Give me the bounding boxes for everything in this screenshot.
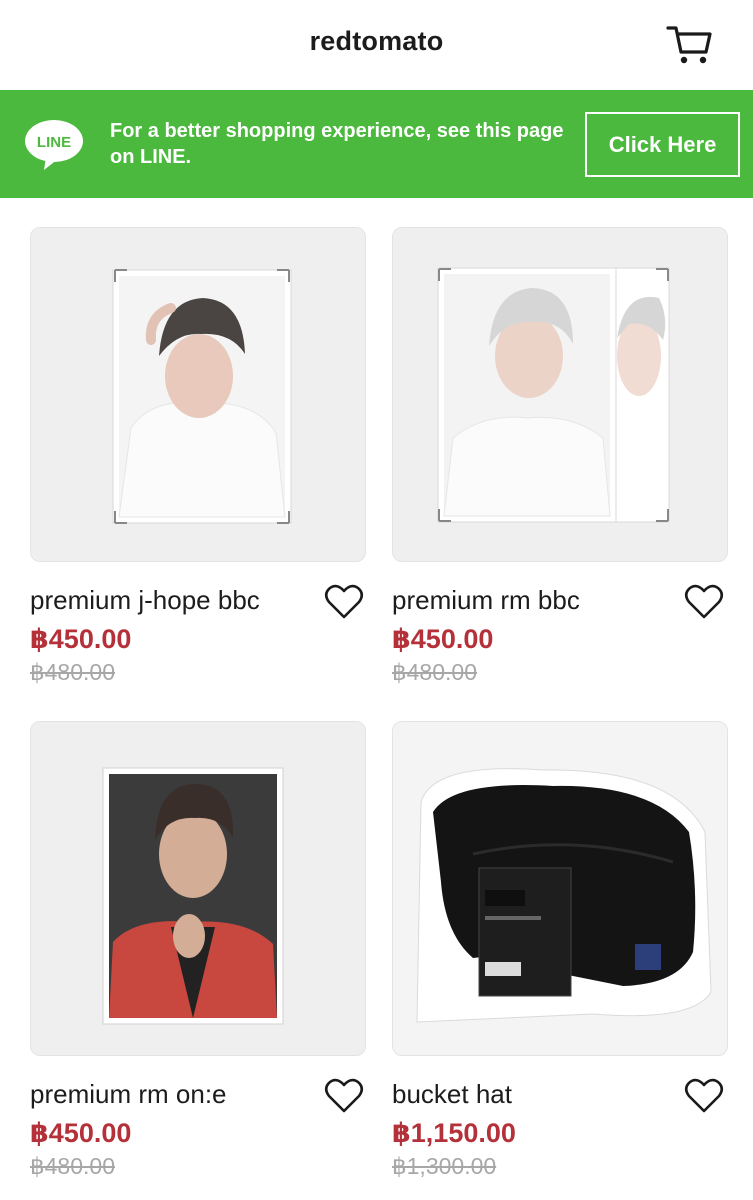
product-name[interactable]: premium j-hope bbc (30, 585, 260, 616)
heart-icon[interactable] (684, 584, 724, 620)
sale-price: ฿450.00 (392, 624, 494, 654)
product-card[interactable]: premium rm on:e ฿450.00 ฿480.00 (30, 721, 366, 1186)
original-price: ฿480.00 (30, 1153, 115, 1179)
original-price: ฿480.00 (30, 659, 115, 685)
heart-icon[interactable] (324, 1078, 364, 1114)
store-name[interactable]: redtomato (0, 26, 753, 57)
line-banner: LINE For a better shopping experience, s… (0, 90, 753, 198)
product-card[interactable]: premium j-hope bbc ฿450.00 ฿480.00 (30, 227, 366, 692)
line-banner-message: For a better shopping experience, see th… (110, 120, 564, 168)
product-card[interactable]: premium rm bbc ฿450.00 ฿480.00 (392, 227, 728, 692)
line-logo-icon: LINE (24, 119, 84, 171)
product-name[interactable]: premium rm on:e (30, 1079, 227, 1110)
original-price: ฿1,300.00 (392, 1153, 497, 1179)
product-image[interactable] (30, 721, 366, 1056)
product-card[interactable]: bucket hat ฿1,150.00 ฿1,300.00 (392, 721, 728, 1186)
product-name[interactable]: bucket hat (392, 1079, 512, 1110)
line-logo-text: LINE (37, 134, 71, 151)
sale-price: ฿1,150.00 (392, 1118, 516, 1148)
product-image[interactable] (392, 227, 728, 562)
product-image[interactable] (392, 721, 728, 1056)
original-price: ฿480.00 (392, 659, 477, 685)
open-in-line-button[interactable]: Click Here (585, 112, 740, 177)
sale-price: ฿450.00 (30, 624, 132, 654)
heart-icon[interactable] (324, 584, 364, 620)
sale-price: ฿450.00 (30, 1118, 132, 1148)
product-name[interactable]: premium rm bbc (392, 585, 580, 616)
product-image[interactable] (30, 227, 366, 562)
top-bar: redtomato (0, 0, 753, 90)
cart-icon[interactable] (664, 22, 714, 66)
heart-icon[interactable] (684, 1078, 724, 1114)
